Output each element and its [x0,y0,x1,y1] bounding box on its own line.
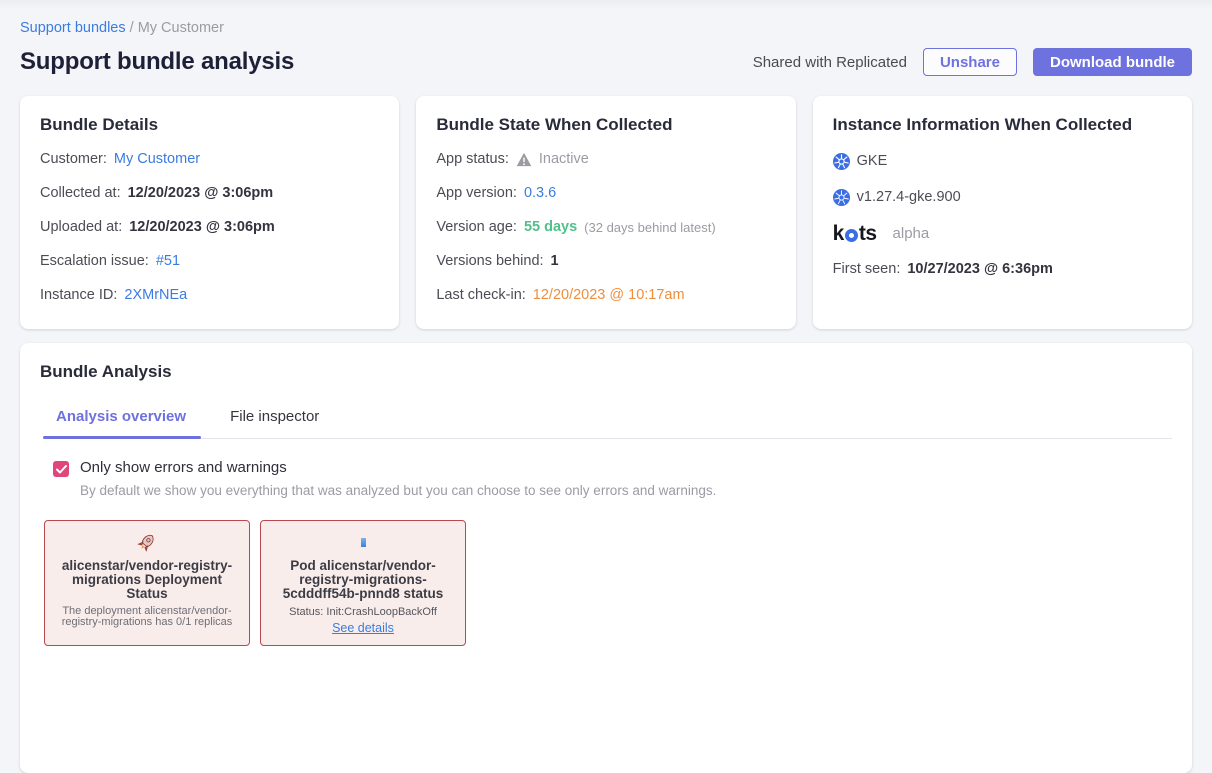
app-status-row: App status: Inactive [436,150,775,169]
escalation-issue-link[interactable]: #51 [156,252,180,271]
errors-warnings-checkbox[interactable] [53,461,69,477]
filter-label: Only show errors and warnings [80,459,716,476]
analysis-results: alicenstar/vendor-registry-migrations De… [44,520,1172,646]
unshare-button[interactable]: Unshare [923,48,1017,76]
bundle-analysis-card: Bundle Analysis Analysis overview File i… [20,343,1192,773]
version-age-label: Version age: [436,218,517,237]
first-seen-value: 10/27/2023 @ 6:36pm [907,260,1053,279]
k8s-version-value: v1.27.4-gke.900 [857,188,961,207]
versions-behind-value: 1 [551,252,559,271]
versions-behind-label: Versions behind: [436,252,543,271]
tab-analysis-overview[interactable]: Analysis overview [56,408,186,438]
breadcrumb-separator: / [130,20,138,36]
bundle-analysis-title: Bundle Analysis [40,362,1172,382]
issue-description: The deployment alicenstar/vendor-registr… [53,606,241,628]
escalation-issue-row: Escalation issue: #51 [40,252,379,271]
issue-title: alicenstar/vendor-registry-migrations De… [53,559,241,601]
warning-icon [516,152,532,167]
last-checkin-row: Last check-in: 12/20/2023 @ 10:17am [436,286,775,305]
see-details-link[interactable]: See details [332,621,394,635]
bundle-details-title: Bundle Details [40,115,379,135]
collected-at-value: 12/20/2023 @ 3:06pm [128,184,274,203]
instance-info-card: Instance Information When Collected [813,96,1192,329]
pod-status-issue-card[interactable]: Pod alicenstar/vendor-registry-migration… [260,520,466,646]
kots-logo: kts [833,224,877,243]
issue-status: Status: Init:CrashLoopBackOff [289,606,437,618]
k8s-version-row: v1.27.4-gke.900 [833,188,1172,207]
app-version-label: App version: [436,184,517,203]
download-bundle-button[interactable]: Download bundle [1033,48,1192,76]
app-version-row: App version: 0.3.6 [436,184,775,203]
tab-file-inspector[interactable]: File inspector [230,408,319,438]
first-seen-label: First seen: [833,260,901,279]
uploaded-at-row: Uploaded at: 12/20/2023 @ 3:06pm [40,218,379,237]
first-seen-row: First seen: 10/27/2023 @ 6:36pm [833,260,1172,279]
last-checkin-value: 12/20/2023 @ 10:17am [533,286,685,305]
version-age-value: 55 days [524,218,577,237]
distribution-value: GKE [857,152,888,171]
app-status-label: App status: [436,150,509,169]
distribution-row: GKE [833,152,1172,171]
pod-icon [361,531,366,553]
app-status-value: Inactive [539,150,589,169]
instance-id-link[interactable]: 2XMrNEa [124,286,187,305]
kubernetes-version-icon [833,189,850,206]
collected-at-label: Collected at: [40,184,121,203]
deployment-status-issue-card[interactable]: alicenstar/vendor-registry-migrations De… [44,520,250,646]
version-age-row: Version age: 55 days (32 days behind lat… [436,218,775,237]
uploaded-at-label: Uploaded at: [40,218,122,237]
bundle-details-card: Bundle Details Customer: My Customer Col… [20,96,399,329]
shared-status-text: Shared with Replicated [753,54,907,71]
support-bundle-page: Support bundles / My Customer Support bu… [0,0,1212,773]
escalation-issue-label: Escalation issue: [40,252,149,271]
breadcrumb: Support bundles / My Customer [20,0,1192,36]
bundle-state-card: Bundle State When Collected App status: … [416,96,795,329]
breadcrumb-current: My Customer [138,20,224,36]
customer-label: Customer: [40,150,107,169]
issue-title: Pod alicenstar/vendor-registry-migration… [269,559,457,601]
version-age-note: (32 days behind latest) [584,218,716,237]
customer-link[interactable]: My Customer [114,150,200,169]
kots-row: kts alpha [833,224,1172,243]
analysis-tabs: Analysis overview File inspector [50,408,1172,439]
kubernetes-distribution-icon [833,153,850,170]
instance-id-label: Instance ID: [40,286,117,305]
kots-channel: alpha [893,224,930,243]
errors-warnings-filter: Only show errors and warnings By default… [53,459,1172,498]
customer-row: Customer: My Customer [40,150,379,169]
instance-id-row: Instance ID: 2XMrNEa [40,286,379,305]
bundle-state-title: Bundle State When Collected [436,115,775,135]
uploaded-at-value: 12/20/2023 @ 3:06pm [129,218,275,237]
last-checkin-label: Last check-in: [436,286,525,305]
kots-logo-o-icon [845,229,858,242]
page-title: Support bundle analysis [20,48,294,76]
page-header: Support bundle analysis Shared with Repl… [20,42,1192,82]
collected-at-row: Collected at: 12/20/2023 @ 3:06pm [40,184,379,203]
summary-cards: Bundle Details Customer: My Customer Col… [20,96,1192,329]
rocket-icon [132,527,161,557]
header-actions: Shared with Replicated Unshare Download … [753,48,1192,76]
filter-description: By default we show you everything that w… [80,483,716,498]
instance-info-title: Instance Information When Collected [833,115,1172,135]
versions-behind-row: Versions behind: 1 [436,252,775,271]
app-version-link[interactable]: 0.3.6 [524,184,556,203]
breadcrumb-support-bundles-link[interactable]: Support bundles [20,20,126,36]
